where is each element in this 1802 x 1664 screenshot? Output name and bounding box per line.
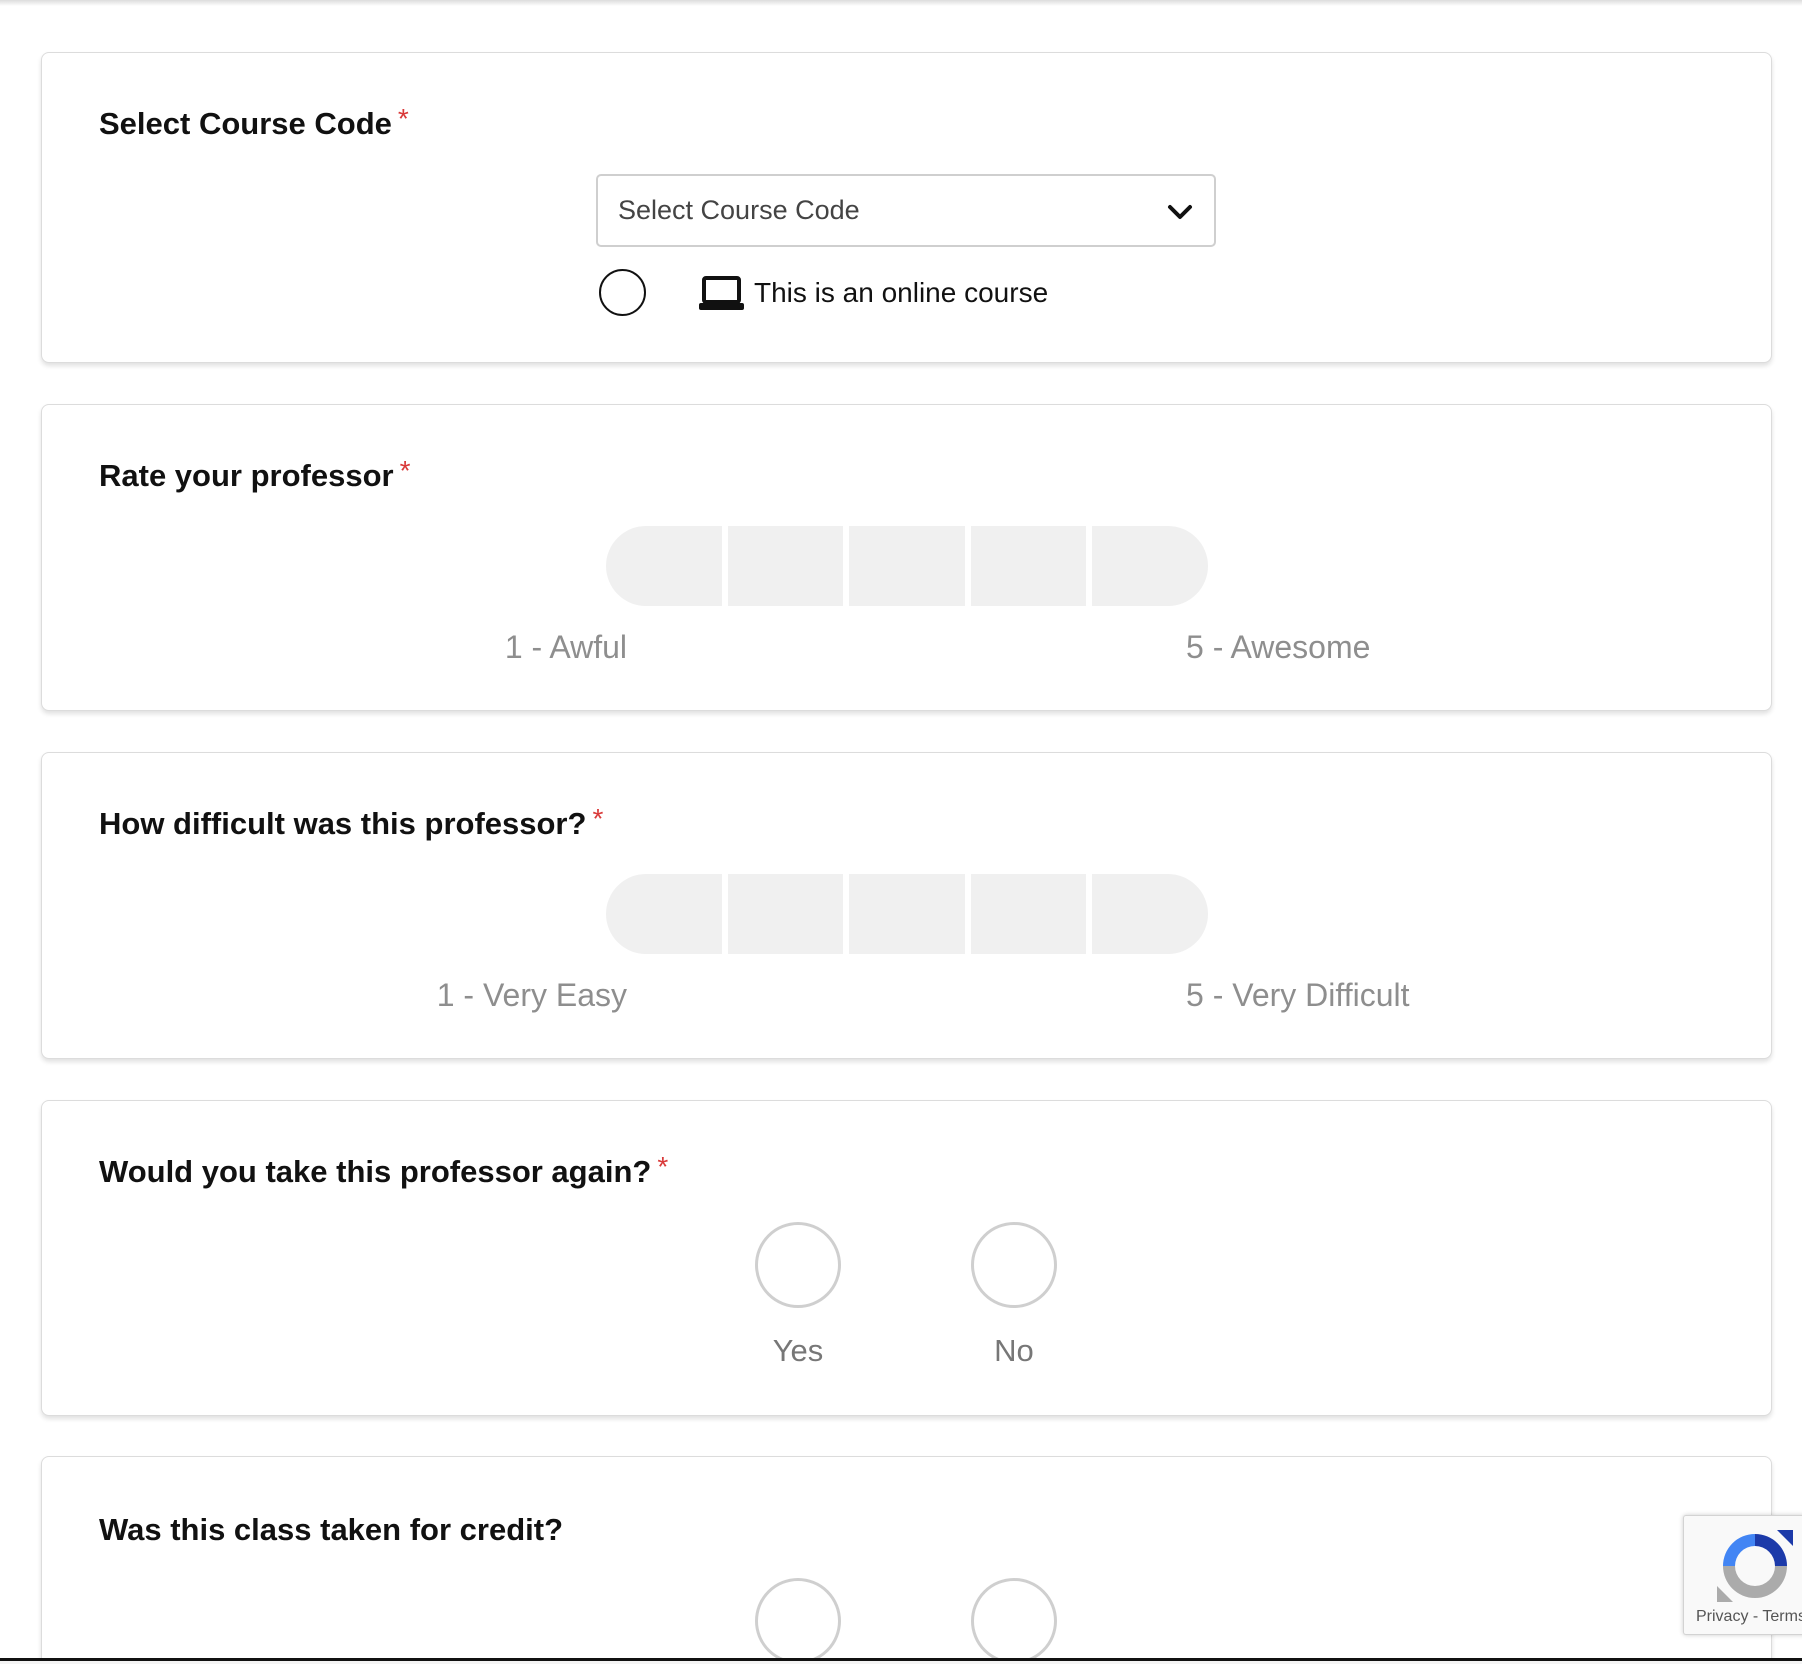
credit-yes-radio[interactable] — [755, 1578, 841, 1658]
difficulty-card: How difficult was this professor? * 1 - V… — [41, 752, 1772, 1059]
rating-option-5[interactable] — [1092, 526, 1208, 606]
rating-option-3[interactable] — [849, 526, 965, 606]
difficulty-option-1[interactable] — [606, 874, 722, 954]
chevron-down-icon — [1168, 205, 1192, 219]
rating-option-2[interactable] — [727, 526, 844, 606]
take-again-yes-radio[interactable] — [755, 1222, 841, 1308]
difficulty-option-5[interactable] — [1092, 874, 1208, 954]
credit-card: Was this class taken for credit? — [41, 1456, 1772, 1658]
rate-professor-card: Rate your professor * 1 - Awful 5 - Aweso… — [41, 404, 1772, 711]
recaptcha-icon — [1717, 1530, 1793, 1602]
required-marker: * — [397, 103, 409, 134]
difficulty-low-label: 1 - Very Easy — [436, 977, 627, 1013]
rating-low-label: 1 - Awful — [504, 629, 627, 665]
course-code-title-text: Select Course Code — [99, 106, 392, 141]
take-again-card: Would you take this professor again? * Ye… — [41, 1100, 1772, 1416]
rating-high-label: 5 - Awesome — [1186, 629, 1371, 665]
required-marker: * — [592, 803, 604, 834]
recaptcha-separator: - — [1748, 1608, 1763, 1625]
difficulty-title-text: How difficult was this professor? — [99, 806, 587, 841]
difficulty-option-2[interactable] — [727, 874, 844, 954]
laptop-icon — [699, 276, 744, 310]
recaptcha-badge: Privacy - Terms — [1683, 1515, 1802, 1635]
difficulty-scale — [606, 874, 1208, 954]
difficulty-high-label: 5 - Very Difficult — [1186, 977, 1410, 1013]
page-frame: Select Course Code * Select Course Code T… — [0, 0, 1802, 1661]
course-code-title: Select Course Code * — [99, 105, 409, 141]
online-course-radio[interactable] — [599, 269, 646, 316]
difficulty-title: How difficult was this professor? * — [99, 805, 603, 841]
rating-scale — [606, 526, 1208, 606]
credit-no-radio[interactable] — [971, 1578, 1057, 1658]
take-again-title: Would you take this professor again? * — [99, 1153, 668, 1189]
difficulty-option-4[interactable] — [970, 874, 1087, 954]
take-again-title-text: Would you take this professor again? — [99, 1154, 652, 1189]
online-course-label[interactable]: This is an online course — [754, 277, 1048, 309]
recaptcha-terms-link[interactable]: Terms — [1762, 1608, 1802, 1625]
required-marker: * — [657, 1151, 669, 1182]
course-code-select-value: Select Course Code — [618, 195, 860, 225]
required-marker: * — [399, 455, 411, 486]
recaptcha-privacy-link[interactable]: Privacy — [1696, 1608, 1748, 1625]
credit-title-text: Was this class taken for credit? — [99, 1512, 564, 1547]
course-code-card: Select Course Code * Select Course Code T… — [41, 52, 1772, 363]
take-again-no-label[interactable]: No — [954, 1335, 1074, 1366]
rate-professor-title-text: Rate your professor — [99, 458, 394, 493]
take-again-no-radio[interactable] — [971, 1222, 1057, 1308]
take-again-yes-label[interactable]: Yes — [738, 1335, 858, 1366]
rating-option-4[interactable] — [970, 526, 1087, 606]
top-shadow — [0, 0, 1802, 6]
course-code-select[interactable]: Select Course Code — [596, 174, 1216, 247]
rating-option-1[interactable] — [606, 526, 722, 606]
credit-title: Was this class taken for credit? — [99, 1514, 563, 1545]
rate-professor-title: Rate your professor * — [99, 457, 410, 493]
recaptcha-links: Privacy - Terms — [1696, 1608, 1802, 1626]
difficulty-option-3[interactable] — [849, 874, 965, 954]
